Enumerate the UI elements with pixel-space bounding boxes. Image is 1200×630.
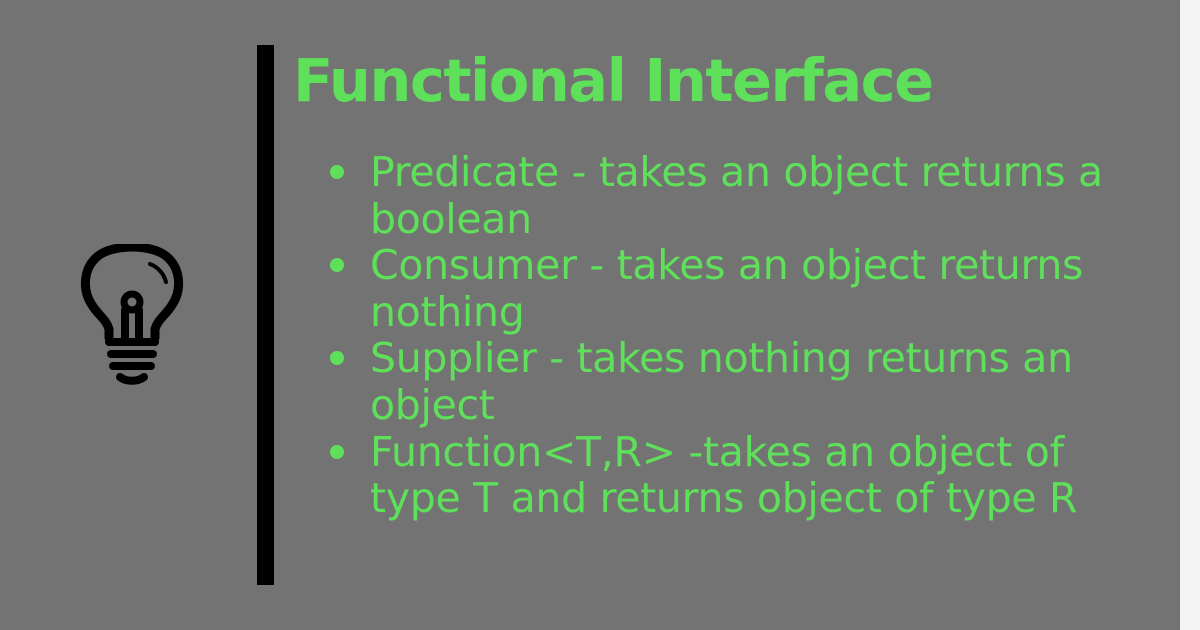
list-item-text: Supplier - takes nothing returns an obje…: [370, 334, 1073, 429]
list-item-consumer: Consumer - takes an object returns nothi…: [330, 242, 1150, 335]
bullet-icon: [330, 444, 344, 459]
page-edge: [1180, 0, 1200, 630]
bullet-icon: [330, 165, 344, 179]
bullet-icon: [330, 258, 344, 273]
bullet-icon: [330, 351, 344, 366]
list-item-text: Consumer - takes an object returns nothi…: [370, 241, 1084, 336]
list-item-text: Predicate - takes an object returns a bo…: [370, 148, 1103, 243]
slide: Functional Interface Predicate - takes a…: [0, 0, 1180, 630]
list-item-text: Function<T,R> -takes an object of type T…: [370, 427, 1078, 523]
list-item-supplier: Supplier - takes nothing returns an obje…: [330, 335, 1150, 428]
slide-title: Functional Interface: [293, 46, 934, 115]
list-item-predicate: Predicate - takes an object returns a bo…: [330, 149, 1150, 242]
item-list: Predicate - takes an object returns a bo…: [330, 149, 1150, 522]
vertical-divider: [257, 45, 274, 585]
list-item-function: Function<T,R> -takes an object of type T…: [330, 427, 1150, 523]
lightbulb-icon: [81, 244, 183, 385]
